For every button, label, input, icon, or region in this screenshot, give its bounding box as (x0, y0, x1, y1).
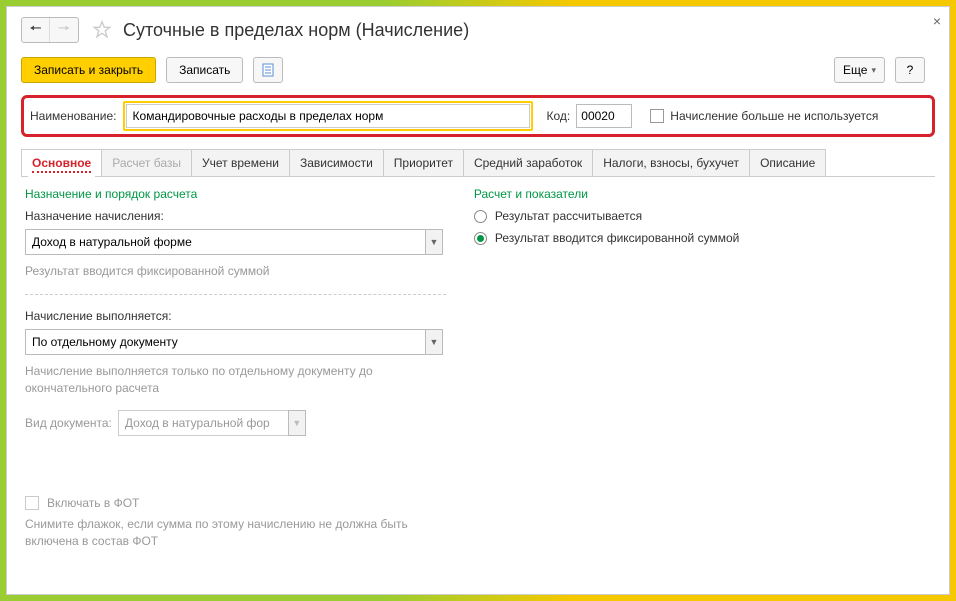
unused-label: Начисление больше не используется (670, 109, 878, 123)
tab-priority[interactable]: Приоритет (383, 149, 464, 176)
doc-type-label: Вид документа: (25, 416, 112, 430)
tab-main[interactable]: Основное (21, 149, 102, 176)
save-button[interactable]: Записать (166, 57, 243, 83)
more-button[interactable]: Еще (834, 57, 885, 83)
doc-type-dropdown-icon[interactable]: ▼ (288, 410, 306, 436)
divider (25, 294, 446, 295)
favorite-star-icon[interactable] (91, 19, 113, 41)
assignment-label: Назначение начисления: (25, 209, 446, 223)
radio-fixed-sum[interactable] (474, 232, 487, 245)
name-code-row: Наименование: Код: Начисление больше не … (21, 95, 935, 137)
tabs: Основное Расчет базы Учет времени Зависи… (21, 149, 935, 177)
fot-label: Включать в ФОТ (47, 496, 139, 510)
unused-checkbox[interactable] (650, 109, 664, 123)
page-title: Суточные в пределах норм (Начисление) (123, 20, 469, 41)
tab-average-earnings[interactable]: Средний заработок (463, 149, 593, 176)
code-input[interactable] (576, 104, 632, 128)
nav-back-forward: 🠔 🠖 (21, 17, 79, 43)
execution-dropdown-icon[interactable]: ▼ (425, 329, 443, 355)
fot-checkbox[interactable] (25, 496, 39, 510)
execution-select[interactable] (25, 329, 425, 355)
back-button[interactable]: 🠔 (22, 18, 50, 42)
execution-label: Начисление выполняется: (25, 309, 446, 323)
assignment-dropdown-icon[interactable]: ▼ (425, 229, 443, 255)
name-input[interactable] (126, 104, 530, 128)
tab-taxes[interactable]: Налоги, взносы, бухучет (592, 149, 750, 176)
tab-dependencies[interactable]: Зависимости (289, 149, 384, 176)
save-and-close-button[interactable]: Записать и закрыть (21, 57, 156, 83)
radio-fixed-sum-label: Результат вводится фиксированной суммой (495, 231, 739, 245)
tab-base-calc[interactable]: Расчет базы (101, 149, 192, 176)
list-button[interactable] (253, 57, 283, 83)
tab-description[interactable]: Описание (749, 149, 826, 176)
name-label: Наименование: (30, 109, 117, 123)
left-section-title: Назначение и порядок расчета (25, 187, 446, 201)
doc-type-input[interactable] (118, 410, 288, 436)
close-icon[interactable]: × (933, 13, 941, 29)
right-section-title: Расчет и показатели (474, 187, 931, 201)
fot-hint: Снимите флажок, если сумма по этому начи… (25, 516, 446, 550)
list-icon (261, 63, 275, 77)
radio-calculated[interactable] (474, 210, 487, 223)
help-button[interactable]: ? (895, 57, 925, 83)
execution-hint: Начисление выполняется только по отдельн… (25, 363, 446, 397)
radio-calculated-label: Результат рассчитывается (495, 209, 642, 223)
assignment-select[interactable] (25, 229, 425, 255)
assignment-hint: Результат вводится фиксированной суммой (25, 263, 446, 280)
forward-button[interactable]: 🠖 (50, 18, 78, 42)
tab-time[interactable]: Учет времени (191, 149, 290, 176)
code-label: Код: (547, 109, 571, 123)
